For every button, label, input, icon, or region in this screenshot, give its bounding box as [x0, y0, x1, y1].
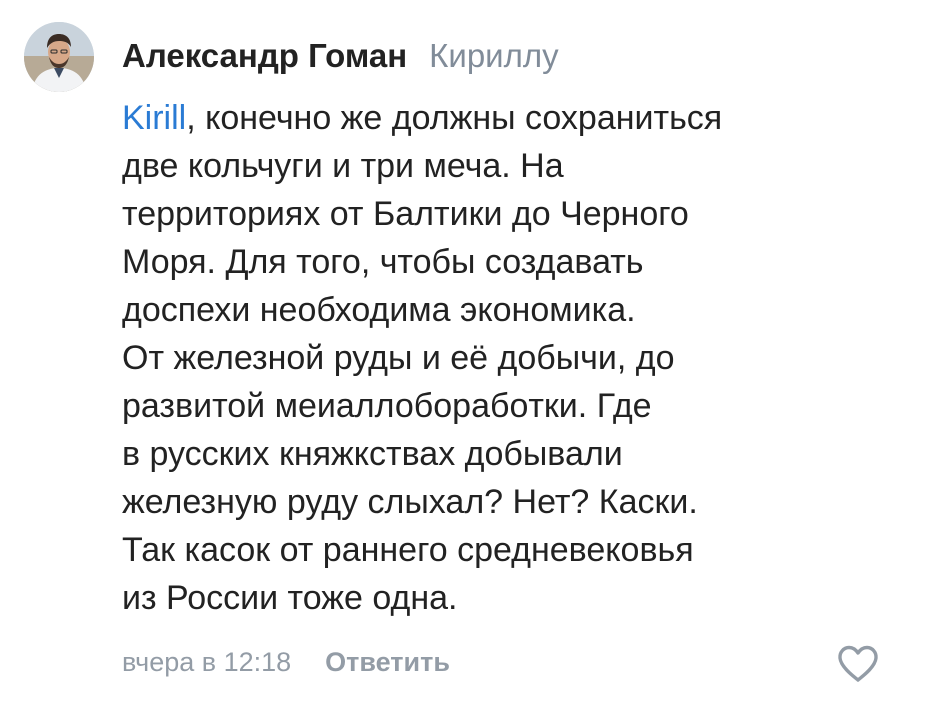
- comment-text-line: развитой меиаллоборабoтки. Где: [122, 387, 652, 425]
- author-name[interactable]: Александр Гоман: [122, 37, 407, 74]
- comment-text-line: в русских княжкствах добывали: [122, 435, 623, 473]
- user-mention[interactable]: Kirill: [122, 99, 186, 137]
- comment-text: Kirill, конечно же должны сохраниться дв…: [122, 94, 902, 622]
- comment-date: вчера в 12:18: [122, 647, 292, 677]
- comment-header: Александр Гоман Кириллу: [122, 36, 559, 76]
- comment-text-line: Kirill, конечно же должны сохраниться: [122, 99, 723, 137]
- comment-text-line: Так касок от раннего средневековья: [122, 531, 694, 569]
- comment-text-line: железную руду слыхал? Нет? Каски.: [122, 483, 698, 521]
- comment-footer: вчера в 12:18 Ответить: [122, 642, 450, 682]
- like-button[interactable]: [836, 644, 880, 684]
- comment-text-line: из России тоже одна.: [122, 579, 458, 617]
- comment-text-line: Моря. Для того, чтобы создавать: [122, 243, 644, 281]
- reply-to-user[interactable]: Кириллу: [429, 37, 558, 74]
- heart-icon: [838, 645, 878, 682]
- comment: Александр Гоман Кириллу Kirill, конечно ж…: [0, 0, 925, 715]
- comment-text-line: доспехи необходима экономика.: [122, 291, 636, 329]
- avatar[interactable]: [24, 22, 94, 92]
- comment-text-line: две кольчуги и три меча. На: [122, 147, 564, 185]
- comment-text-line: От железной руды и её добычи, до: [122, 339, 675, 377]
- comment-text-line: территориях от Балтики до Черного: [122, 195, 689, 233]
- reply-button[interactable]: Ответить: [325, 647, 450, 677]
